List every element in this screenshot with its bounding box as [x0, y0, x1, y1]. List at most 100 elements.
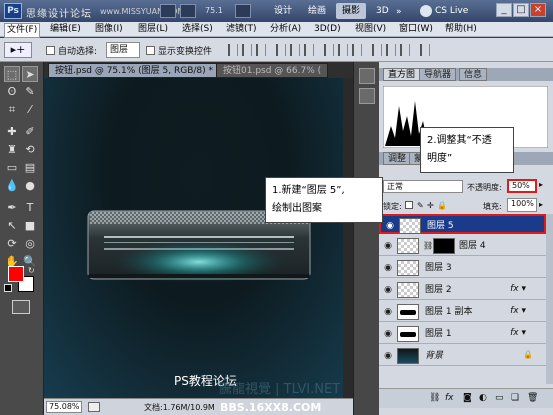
marquee-tool-icon[interactable]: ⬚	[4, 66, 20, 82]
lock-transparency-icon[interactable]	[405, 201, 413, 209]
menu-3d[interactable]: 3D(D)	[314, 23, 341, 36]
align-left-icon[interactable]	[276, 44, 286, 56]
layer-row-4[interactable]: ◉ ⛓ 图层 4	[379, 236, 546, 256]
layer-row-3[interactable]: ◉ 图层 3	[379, 258, 546, 278]
link-layers-icon[interactable]: ⛓	[429, 393, 440, 403]
panel-toggle-icon[interactable]	[359, 68, 375, 84]
new-layer-icon[interactable]: ❏	[511, 393, 519, 403]
layer-effects-icon[interactable]: fx ▾	[510, 284, 526, 294]
shape-tool-icon[interactable]: ■	[22, 218, 38, 234]
minimize-icon[interactable]: _	[496, 3, 512, 17]
menu-help[interactable]: 帮助(H)	[445, 23, 477, 36]
visibility-eye-icon[interactable]: ◉	[382, 262, 394, 274]
crop-tool-icon[interactable]: ⌗	[4, 102, 20, 118]
close-icon[interactable]: ×	[530, 3, 546, 17]
3d-rotate-tool-icon[interactable]: ⟳	[4, 236, 20, 252]
eraser-tool-icon[interactable]: ▭	[4, 160, 20, 176]
clone-stamp-tool-icon[interactable]: ♜	[4, 142, 20, 158]
tab-adjustments[interactable]: 调整	[383, 152, 412, 165]
path-select-tool-icon[interactable]: ↖	[4, 218, 20, 234]
tab-document-active[interactable]: 按钮.psd @ 75.1% (图层 5, RGB/8) *	[48, 63, 221, 78]
tab-info[interactable]: 信息	[459, 68, 488, 81]
menu-file[interactable]: 文件(F)	[4, 23, 41, 38]
fill-slider-icon[interactable]: ▸	[539, 200, 543, 209]
3d-orbit-tool-icon[interactable]: ◎	[22, 236, 38, 252]
fill-field[interactable]: 100%	[507, 198, 537, 212]
menu-image[interactable]: 图像(I)	[95, 23, 123, 36]
type-tool-icon[interactable]: T	[22, 200, 38, 216]
distribute-right-icon[interactable]	[400, 44, 410, 56]
healing-tool-icon[interactable]: ✚	[4, 124, 20, 140]
tab-document-2[interactable]: 按钮01.psd @ 66.7% (	[216, 63, 329, 78]
menu-select[interactable]: 选择(S)	[182, 23, 213, 36]
add-style-icon[interactable]: fx	[445, 393, 454, 403]
quick-mask-icon[interactable]	[12, 300, 30, 314]
menu-filter[interactable]: 滤镜(T)	[226, 23, 257, 36]
history-brush-tool-icon[interactable]: ⟲	[22, 142, 38, 158]
zoom-level[interactable]: 75.1	[205, 6, 223, 15]
menu-view[interactable]: 视图(V)	[355, 23, 386, 36]
distribute-top-icon[interactable]	[324, 44, 334, 56]
move-tool-icon[interactable]: ➤	[22, 66, 38, 82]
menu-edit[interactable]: 编辑(E)	[50, 23, 81, 36]
adjustment-layer-icon[interactable]: ◐	[479, 393, 487, 403]
gradient-tool-icon[interactable]: ▤	[22, 160, 38, 176]
layer-row-1[interactable]: ◉ 图层 1 fx ▾	[379, 324, 546, 344]
align-bottom-icon[interactable]	[256, 44, 266, 56]
auto-select-checkbox[interactable]	[46, 46, 55, 55]
new-group-icon[interactable]: ▭	[495, 393, 504, 403]
tab-navigator[interactable]: 导航器	[419, 68, 457, 81]
document-canvas[interactable]: PS教程论坛 騰龍視覺 | TLVI.NET	[44, 78, 353, 398]
cs-live-button[interactable]: CS Live	[435, 6, 468, 16]
arrange-icon[interactable]	[235, 4, 251, 18]
layer-row-2[interactable]: ◉ 图层 2 fx ▾	[379, 280, 546, 300]
visibility-eye-icon[interactable]: ◉	[382, 328, 394, 340]
foreground-color-swatch-top[interactable]	[8, 266, 24, 282]
zoom-field[interactable]: 75.08%	[46, 401, 82, 413]
show-transform-checkbox[interactable]	[146, 46, 155, 55]
visibility-eye-icon[interactable]: ◉	[382, 284, 394, 296]
blend-mode-dropdown[interactable]: 正常	[383, 180, 463, 193]
eyedropper-tool-icon[interactable]: ⁄	[22, 102, 38, 118]
bridge-icon[interactable]	[160, 4, 176, 18]
minibridge-icon[interactable]	[180, 4, 196, 18]
delete-layer-icon[interactable]: 🗑	[527, 393, 538, 403]
menu-window[interactable]: 窗口(W)	[399, 23, 433, 36]
workspace-design-button[interactable]: 设计	[268, 3, 298, 19]
maximize-icon[interactable]: □	[513, 3, 529, 17]
align-hcenter-icon[interactable]	[290, 44, 300, 56]
distribute-vcenter-icon[interactable]	[338, 44, 348, 56]
pen-tool-icon[interactable]: ✒	[4, 200, 20, 216]
lasso-tool-icon[interactable]: ʘ	[4, 84, 20, 100]
opacity-field[interactable]: 50%	[507, 179, 537, 193]
align-top-icon[interactable]	[228, 44, 238, 56]
swap-colors-icon[interactable]: ↻	[28, 266, 35, 275]
layer-mask-thumbnail[interactable]	[433, 238, 455, 254]
distribute-hcenter-icon[interactable]	[386, 44, 396, 56]
visibility-eye-icon[interactable]: ◉	[382, 240, 394, 252]
auto-select-dropdown[interactable]: 图层	[106, 42, 140, 58]
lock-pixels-icon[interactable]: ✎	[417, 201, 424, 210]
workspace-paint-button[interactable]: 绘画	[302, 3, 332, 19]
layer-effects-icon[interactable]: fx ▾	[510, 306, 526, 316]
vertical-scrollbar[interactable]	[343, 78, 353, 398]
menu-layer[interactable]: 图层(L)	[138, 23, 168, 36]
workspace-more-icon[interactable]: »	[396, 7, 402, 17]
workspace-photo-button[interactable]: 摄影	[336, 3, 367, 19]
menu-analysis[interactable]: 分析(A)	[270, 23, 301, 36]
distribute-bottom-icon[interactable]	[352, 44, 362, 56]
status-info-icon[interactable]	[88, 402, 100, 412]
tab-histogram[interactable]: 直方图	[383, 68, 421, 81]
align-vcenter-icon[interactable]	[242, 44, 252, 56]
layer-row-background[interactable]: ◉ 背景 🔒	[379, 346, 546, 366]
lock-all-icon[interactable]: 🔒	[437, 201, 447, 210]
auto-align-icon[interactable]	[420, 44, 430, 56]
visibility-eye-icon[interactable]: ◉	[382, 350, 394, 362]
brush-tool-icon[interactable]: ✐	[22, 124, 38, 140]
layer-row-5[interactable]: ◉ 图层 5	[379, 214, 546, 234]
layer-effects-icon[interactable]: fx ▾	[510, 328, 526, 338]
panel-toggle-icon-2[interactable]	[359, 88, 375, 104]
layers-scrollbar[interactable]	[546, 214, 553, 384]
tool-preset-picker[interactable]: ▸+	[4, 42, 32, 58]
visibility-eye-icon[interactable]: ◉	[384, 220, 396, 232]
